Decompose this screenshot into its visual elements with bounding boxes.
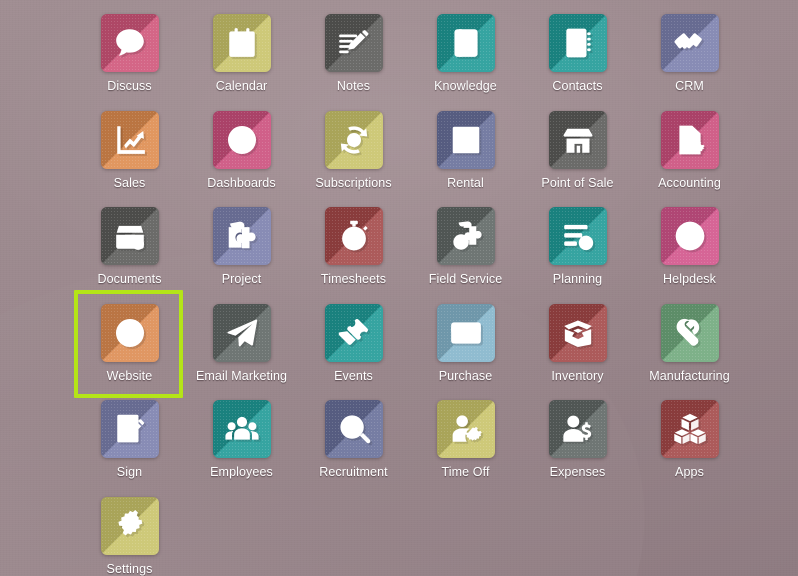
gauge-icon[interactable]: [212, 110, 271, 169]
app-label: Calendar: [215, 79, 268, 93]
app-item-planning[interactable]: Planning: [522, 207, 633, 303]
wrench-icon[interactable]: [660, 303, 719, 362]
app-item-settings[interactable]: Settings: [74, 496, 185, 576]
app-item-helpdesk[interactable]: Helpdesk: [634, 207, 745, 303]
app-item-documents[interactable]: Documents: [74, 207, 185, 303]
app-label: Sales: [113, 175, 146, 190]
person-search-icon[interactable]: [324, 400, 383, 458]
app-label: Expenses: [549, 465, 606, 479]
puzzle-piece-icon[interactable]: [212, 207, 271, 265]
app-label: Settings: [106, 561, 153, 576]
chart-arrow-icon[interactable]: [100, 110, 159, 169]
app-label: Time Off: [441, 465, 490, 479]
app-label: Employees: [210, 465, 273, 479]
app-item-notes[interactable]: Notes: [298, 14, 409, 110]
app-item-knowledge[interactable]: Knowledge: [410, 14, 521, 110]
ticket-icon[interactable]: [324, 303, 383, 362]
app-label: Field Service: [428, 272, 503, 286]
app-item-point-of-sale[interactable]: Point of Sale: [522, 110, 633, 207]
app-label: Recruitment: [319, 465, 388, 479]
paper-plane-icon[interactable]: [212, 303, 271, 362]
credit-card-icon[interactable]: [436, 303, 495, 362]
app-item-manufacturing[interactable]: Manufacturing: [634, 303, 745, 400]
app-label: CRM: [675, 79, 704, 93]
app-label: Manufacturing: [649, 368, 730, 383]
gear-icon[interactable]: [100, 496, 159, 555]
app-item-sign[interactable]: Sign: [74, 400, 185, 496]
app-label: Notes: [336, 79, 371, 93]
document-gear-icon[interactable]: [660, 110, 719, 169]
app-label: Helpdesk: [663, 272, 716, 286]
app-item-crm[interactable]: CRM: [634, 14, 745, 110]
book-icon[interactable]: [436, 14, 495, 72]
app-item-time-off[interactable]: Time Off: [410, 400, 521, 496]
app-label: Documents: [97, 272, 162, 286]
recurring-dollar-icon[interactable]: [324, 110, 383, 169]
open-box-icon[interactable]: [548, 303, 607, 362]
lifebuoy-icon[interactable]: [660, 207, 719, 265]
globe-icon[interactable]: [100, 303, 159, 362]
app-item-discuss[interactable]: Discuss: [74, 14, 185, 110]
app-label: Discuss: [107, 79, 152, 93]
app-label: Rental: [447, 175, 484, 190]
calendar-icon[interactable]: [212, 14, 271, 72]
app-item-calendar[interactable]: Calendar: [186, 14, 297, 110]
app-item-purchase[interactable]: Purchase: [410, 303, 521, 400]
app-item-dashboards[interactable]: Dashboards: [186, 110, 297, 207]
app-label: Planning: [552, 272, 603, 286]
app-item-field-service[interactable]: Field Service: [410, 207, 521, 303]
app-item-events[interactable]: Events: [298, 303, 409, 400]
app-item-subscriptions[interactable]: Subscriptions: [298, 110, 409, 207]
app-label: Knowledge: [434, 79, 497, 93]
app-item-rental[interactable]: Rental: [410, 110, 521, 207]
person-dollar-icon[interactable]: [548, 400, 607, 458]
app-item-timesheets[interactable]: Timesheets: [298, 207, 409, 303]
app-item-employees[interactable]: Employees: [186, 400, 297, 496]
app-label: Subscriptions: [315, 175, 392, 190]
gantt-grid-icon[interactable]: [436, 110, 495, 169]
blocks-icon[interactable]: [660, 400, 719, 458]
shop-awning-icon[interactable]: [548, 110, 607, 169]
app-item-sales[interactable]: Sales: [74, 110, 185, 207]
app-item-email-marketing[interactable]: Email Marketing: [186, 303, 297, 400]
bars-clock-icon[interactable]: [548, 207, 607, 265]
app-item-apps[interactable]: Apps: [634, 400, 745, 496]
person-gear-icon[interactable]: [436, 400, 495, 458]
app-item-inventory[interactable]: Inventory: [522, 303, 633, 400]
address-book-icon[interactable]: [548, 14, 607, 72]
app-label: Contacts: [552, 79, 603, 93]
app-label: Point of Sale: [541, 175, 614, 190]
app-launcher-grid: Discuss Calendar Notes Knowledge Contacts CRM…: [74, 14, 744, 576]
app-item-expenses[interactable]: Expenses: [522, 400, 633, 496]
app-item-recruitment[interactable]: Recruitment: [298, 400, 409, 496]
app-label: Website: [106, 368, 153, 383]
app-item-accounting[interactable]: Accounting: [634, 110, 745, 207]
app-label: Dashboards: [207, 175, 276, 190]
people-group-icon[interactable]: [212, 400, 271, 458]
app-label: Timesheets: [320, 272, 387, 286]
handshake-icon[interactable]: [660, 14, 719, 72]
file-tray-check-icon[interactable]: [100, 207, 159, 265]
app-label: Apps: [675, 465, 704, 479]
app-label: Sign: [116, 465, 143, 479]
note-pencil-icon[interactable]: [324, 14, 383, 72]
app-item-project[interactable]: Project: [186, 207, 297, 303]
app-label: Email Marketing: [195, 368, 288, 383]
puzzle-clock-icon[interactable]: [436, 207, 495, 265]
chat-bubble-icon[interactable]: [100, 14, 159, 72]
stopwatch-icon[interactable]: [324, 207, 383, 265]
signed-document-icon[interactable]: [100, 400, 159, 458]
app-item-contacts[interactable]: Contacts: [522, 14, 633, 110]
app-label: Events: [334, 368, 373, 383]
app-label: Project: [221, 272, 262, 286]
app-label: Purchase: [438, 368, 493, 383]
app-label: Accounting: [658, 175, 721, 190]
app-label: Inventory: [551, 368, 604, 383]
app-item-website[interactable]: Website: [74, 289, 185, 400]
